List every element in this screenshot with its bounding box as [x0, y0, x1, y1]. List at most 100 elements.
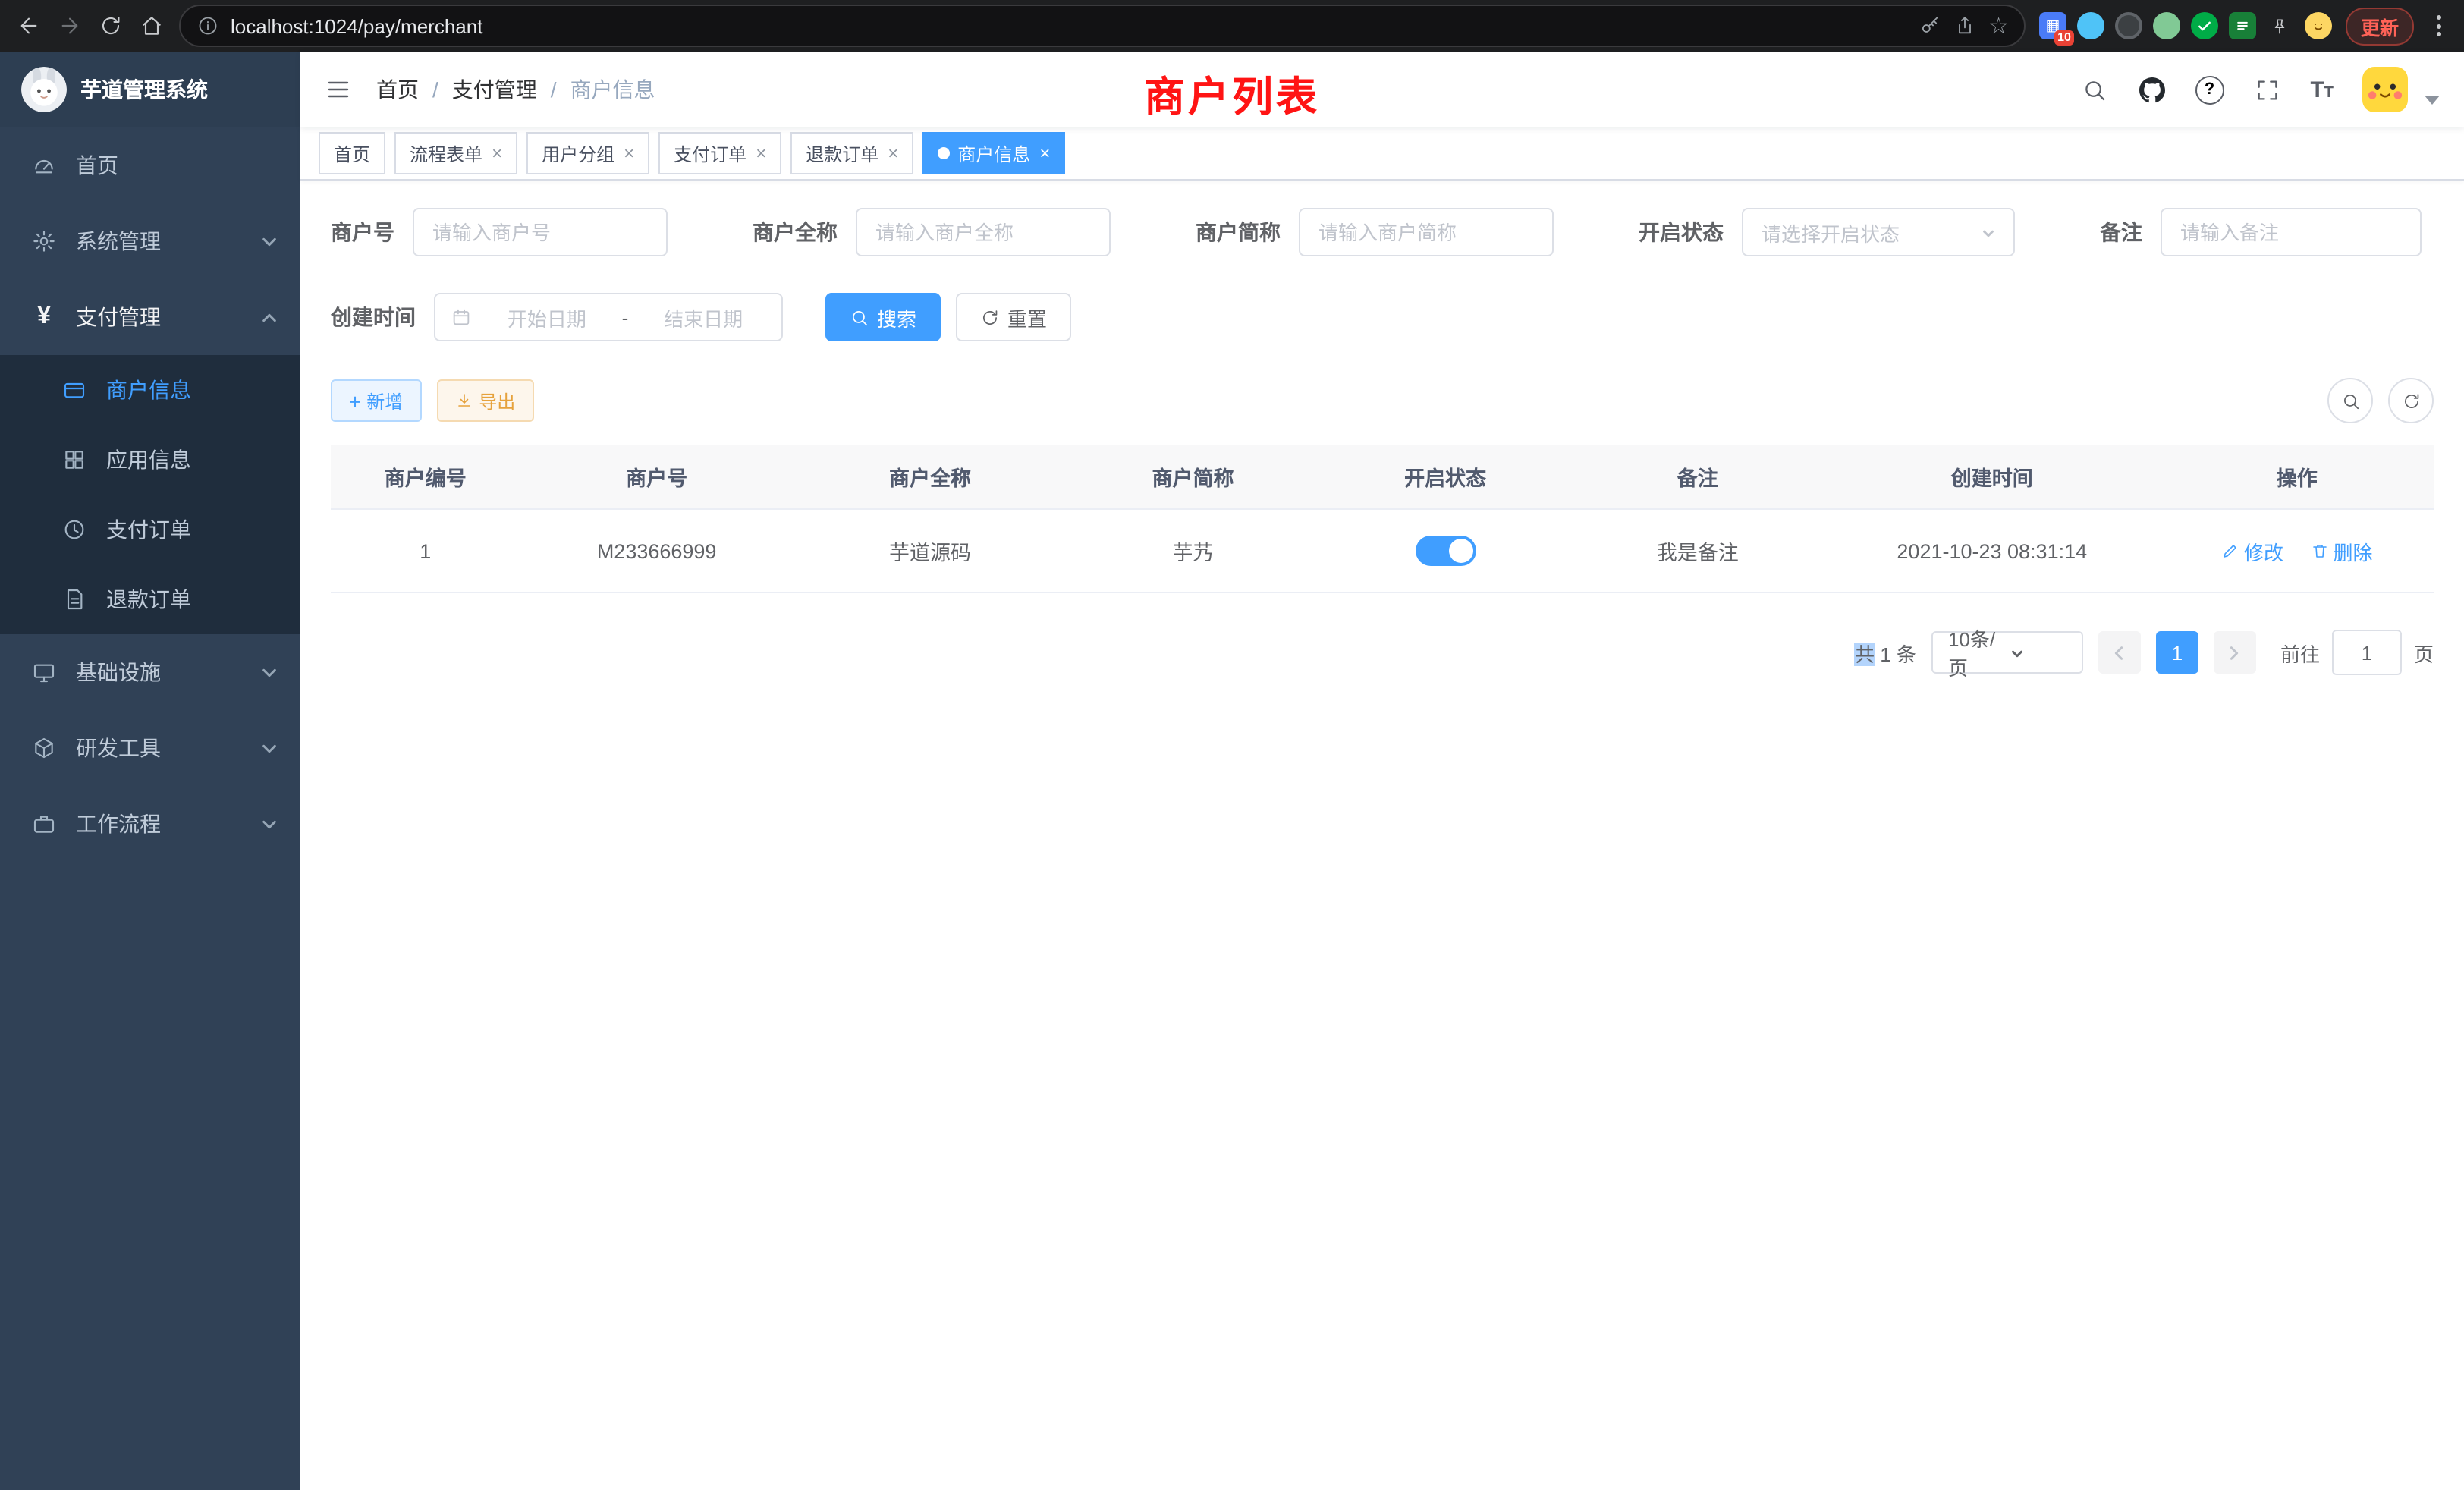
- tab-user-group[interactable]: 用户分组×: [526, 132, 649, 174]
- document-icon: [61, 586, 88, 613]
- cell-full-name: 芋道源码: [794, 509, 1067, 593]
- help-icon[interactable]: ?: [2195, 75, 2224, 104]
- password-key-icon[interactable]: [1919, 14, 1941, 37]
- end-date-placeholder[interactable]: 结束日期: [640, 303, 766, 332]
- reload-icon[interactable]: [97, 12, 124, 39]
- github-icon[interactable]: [2137, 75, 2166, 104]
- sidebar-item-payment[interactable]: ¥ 支付管理: [0, 279, 300, 355]
- goto-label: 前往: [2280, 638, 2320, 667]
- prev-page-button[interactable]: [2098, 631, 2141, 674]
- short-name-input[interactable]: [1299, 208, 1554, 256]
- avatar-extension-icon[interactable]: [2305, 12, 2332, 39]
- status-toggle[interactable]: [1415, 536, 1476, 566]
- breadcrumb-item[interactable]: 首页: [376, 74, 419, 105]
- page-size-select[interactable]: 10条/页: [1931, 631, 2083, 674]
- next-page-button[interactable]: [2214, 631, 2256, 674]
- total-text: 1 条: [1875, 643, 1916, 665]
- sidebar-item-pay-order[interactable]: 支付订单: [0, 495, 300, 564]
- site-info-icon[interactable]: [196, 14, 218, 37]
- column-header: 商户号: [520, 445, 793, 509]
- tab-label: 流程表单: [410, 140, 482, 166]
- tab-refund-order[interactable]: 退款订单 ×: [790, 132, 913, 174]
- grid-icon: [61, 446, 88, 473]
- browser-update-button[interactable]: 更新: [2346, 7, 2414, 45]
- extension-drop-icon[interactable]: [2077, 12, 2104, 39]
- sidebar-item-dev-tools[interactable]: 研发工具: [0, 710, 300, 786]
- home-icon[interactable]: [138, 12, 165, 39]
- tab-process-form[interactable]: 流程表单 ×: [394, 132, 517, 174]
- card-icon: [61, 376, 88, 404]
- add-button-label: 新增: [366, 388, 403, 413]
- page-annotation: 商户列表: [1144, 64, 1320, 123]
- sidebar-item-app-info[interactable]: 应用信息: [0, 425, 300, 495]
- share-icon[interactable]: [1953, 14, 1976, 37]
- remark-input[interactable]: [2161, 208, 2422, 256]
- search-button[interactable]: 搜索: [825, 293, 941, 341]
- sidebar-item-workflow[interactable]: 工作流程: [0, 786, 300, 862]
- back-icon[interactable]: [15, 12, 42, 39]
- sidebar-item-refund-order[interactable]: 退款订单: [0, 564, 300, 634]
- toggle-search-button[interactable]: [2327, 378, 2373, 423]
- extension-grid-icon[interactable]: ▦10: [2039, 12, 2066, 39]
- bookmark-star-icon[interactable]: ☆: [1988, 14, 2009, 37]
- extension-green-icon[interactable]: [2153, 12, 2180, 39]
- sidebar-item-label: 退款订单: [106, 584, 191, 615]
- reset-button[interactable]: 重置: [956, 293, 1071, 341]
- filter-merchant-no: 商户号: [331, 208, 668, 256]
- briefcase-icon: [30, 810, 58, 838]
- extension-globe-icon[interactable]: [2115, 12, 2142, 39]
- add-button[interactable]: + 新增: [331, 379, 421, 422]
- close-icon[interactable]: ×: [1039, 144, 1050, 162]
- extension-check-icon[interactable]: [2191, 12, 2218, 39]
- screen: localhost:1024/pay/merchant ☆ ▦10 更新: [0, 0, 2464, 1490]
- filter-remark: 备注: [2100, 208, 2422, 256]
- forward-icon[interactable]: [56, 12, 83, 39]
- tab-home[interactable]: 首页: [319, 132, 385, 174]
- status-select[interactable]: 请选择开启状态: [1742, 208, 2015, 256]
- close-icon[interactable]: ×: [756, 144, 766, 162]
- search-icon[interactable]: [2079, 75, 2108, 104]
- sidebar-item-infrastructure[interactable]: 基础设施: [0, 634, 300, 710]
- url-text[interactable]: localhost:1024/pay/merchant: [231, 14, 1906, 37]
- browser-menu-icon[interactable]: [2428, 15, 2449, 36]
- close-icon[interactable]: ×: [492, 144, 502, 162]
- tab-pay-order[interactable]: 支付订单×: [658, 132, 781, 174]
- fullscreen-icon[interactable]: [2252, 75, 2281, 104]
- hamburger-icon[interactable]: [300, 52, 376, 127]
- field-label: 开启状态: [1639, 217, 1724, 247]
- app-logo[interactable]: 芋道管理系统: [0, 52, 300, 127]
- full-name-input[interactable]: [856, 208, 1111, 256]
- sidebar: 芋道管理系统 首页 系统管理 ¥ 支付管理: [0, 52, 300, 1490]
- tab-label: 退款订单: [806, 140, 878, 166]
- refresh-button[interactable]: [2388, 378, 2434, 423]
- sidebar-item-label: 工作流程: [76, 809, 161, 839]
- page-number-button[interactable]: 1: [2156, 631, 2198, 674]
- url-bar[interactable]: localhost:1024/pay/merchant ☆: [179, 5, 2026, 47]
- merchant-no-input[interactable]: [413, 208, 668, 256]
- user-avatar[interactable]: [2362, 67, 2408, 112]
- chevron-down-icon: [2009, 643, 2070, 662]
- tags-view: 首页 流程表单 × 用户分组× 支付订单× 退款订单 × 商户信息×: [300, 127, 2464, 181]
- extension-doc-icon[interactable]: [2229, 12, 2256, 39]
- caret-down-icon[interactable]: [2425, 95, 2440, 105]
- goto-page-input[interactable]: [2332, 630, 2402, 675]
- sidebar-item-home[interactable]: 首页: [0, 127, 300, 203]
- cell-actions: 修改 删除: [2161, 509, 2434, 593]
- edit-button[interactable]: 修改: [2221, 536, 2283, 565]
- font-size-icon[interactable]: TT: [2310, 78, 2334, 101]
- main-area: 首页 / 支付管理 / 商户信息 商户列表 ? TT: [300, 52, 2464, 1490]
- sidebar-item-merchant-info[interactable]: 商户信息: [0, 355, 300, 425]
- close-icon[interactable]: ×: [624, 144, 634, 162]
- edit-label: 修改: [2244, 536, 2283, 565]
- delete-button[interactable]: 删除: [2311, 536, 2373, 565]
- plus-icon: +: [349, 391, 360, 410]
- sidebar-item-system[interactable]: 系统管理: [0, 203, 300, 279]
- breadcrumb-item[interactable]: 支付管理: [452, 74, 537, 105]
- date-range-picker[interactable]: 开始日期 - 结束日期: [434, 293, 783, 341]
- close-icon[interactable]: ×: [888, 144, 898, 162]
- extension-pin-icon[interactable]: [2267, 12, 2294, 39]
- tab-merchant-info[interactable]: 商户信息×: [922, 132, 1065, 174]
- right-toolbar: [2327, 378, 2434, 423]
- export-button[interactable]: 导出: [436, 379, 533, 422]
- start-date-placeholder[interactable]: 开始日期: [484, 303, 610, 332]
